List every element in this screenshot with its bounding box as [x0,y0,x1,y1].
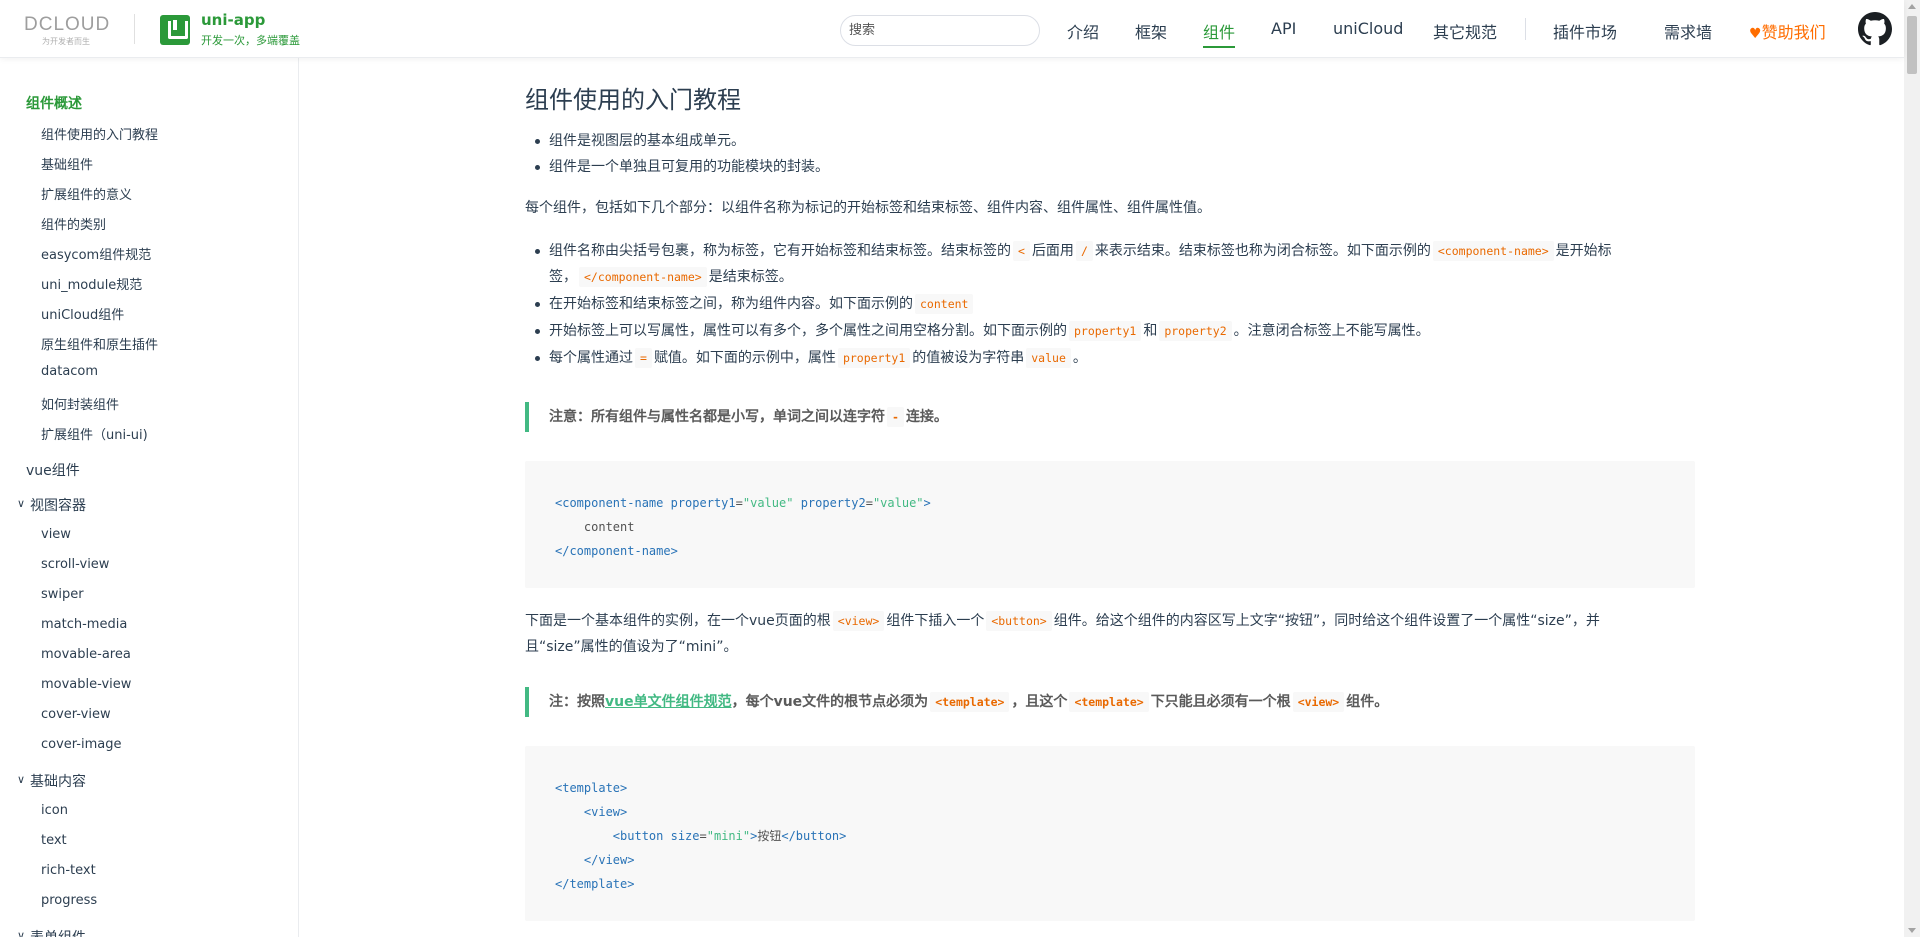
sidebar-group-basic-content[interactable]: 基础内容 [30,771,86,791]
inline-code: content [915,294,974,314]
paragraph: 每个组件，包括如下几个部分：以组件名称为标记的开始标签和结束标签、组件内容、组件… [525,200,1211,216]
dcloud-slogan: 为开发者而生 [42,37,90,46]
logo-divider [134,14,135,44]
list-item: 每个属性通过 = 赋值。如下面的示例中，属性 property1 的值被设为字符串 val… [535,345,1087,372]
list-item: 开始标签上可以写属性，属性可以有多个，多个属性之间用空格分割。如下面示例的 pro… [535,318,1430,345]
list-item: 组件是一个单独且可复用的功能模块的封装。 [535,154,829,181]
scroll-up-arrow-icon[interactable] [1908,4,1916,9]
sidebar-item[interactable]: cover-image [41,737,122,752]
page-scrollbar[interactable] [1904,0,1920,937]
inline-code: <component-name> [1432,241,1554,261]
list-item: 组件名称由尖括号包裹，称为标签，它有开始标签和结束标签。结束标签的 < 后面用 / 来表… [535,238,1612,265]
inline-code: - [887,407,904,427]
inline-code: value [1026,348,1071,368]
sidebar-group-view-container[interactable]: 视图容器 [30,495,86,515]
inline-code: <view> [832,611,885,631]
chevron-down-icon[interactable]: ∨ [17,773,25,786]
heart-icon: ♥ [1749,26,1762,42]
paragraph-continuation: 且“size”属性的值设为了“mini”。 [525,639,738,655]
sidebar-item[interactable]: datacom [41,364,98,379]
inline-code: <view> [1292,692,1345,712]
nav-plugin-market[interactable]: 插件市场 [1553,19,1617,43]
nav-unicloud[interactable]: uniCloud [1333,19,1403,38]
sidebar-item[interactable]: text [41,833,67,848]
inline-code: <button> [986,611,1052,631]
sidebar-item[interactable]: 如何封装组件 [41,394,119,413]
sidebar-group-form[interactable]: 表单组件 [30,927,86,937]
sidebar-item[interactable]: 基础组件 [41,154,93,173]
nav-framework[interactable]: 框架 [1135,19,1167,43]
scroll-down-arrow-icon[interactable] [1908,928,1916,933]
nav-sponsor[interactable]: ♥赞助我们 [1749,19,1826,43]
list-item: 在开始标签和结束标签之间，称为组件内容。如下面示例的 content [534,291,975,318]
inline-code: / [1075,241,1093,261]
sidebar-item[interactable]: rich-text [41,863,96,878]
sidebar-group-overview[interactable]: 组件概述 [26,93,82,113]
code-block[interactable]: <component-name property1="value" proper… [525,461,1695,588]
sidebar-item[interactable]: uni_module规范 [41,274,142,293]
sidebar-item[interactable]: progress [41,893,97,908]
chevron-down-icon[interactable]: ∨ [17,929,25,937]
sidebar-item[interactable]: view [41,527,71,542]
sidebar-item[interactable]: match-media [41,617,127,632]
sidebar-item[interactable]: 原生组件和原生插件 [41,334,158,353]
nav-api[interactable]: API [1271,19,1296,38]
top-navbar: DCLOUD 为开发者而生 uni-app 开发一次，多端覆盖 介绍 框架 组件… [0,0,1904,58]
inline-code: property1 [837,348,911,368]
sidebar-item[interactable]: 组件使用的入门教程 [41,124,158,143]
uni-app-logo-icon[interactable] [160,15,190,45]
sidebar-item[interactable]: movable-view [41,677,131,692]
dcloud-logo-text: DCLOUD [24,14,111,35]
nav-separator [1525,18,1526,40]
inline-code: <template> [930,692,1010,712]
sidebar: 组件概述 组件使用的入门教程 基础组件 扩展组件的意义 组件的类别 easyco… [0,58,299,937]
tip-note: 注意：所有组件与属性名都是小写，单词之间以连字符 - 连接。 [525,402,1695,432]
sidebar-item[interactable]: cover-view [41,707,111,722]
brand-title[interactable]: uni-app [201,11,265,29]
nav-other-specs[interactable]: 其它规范 [1433,19,1497,43]
nav-requirement-wall[interactable]: 需求墙 [1664,19,1712,43]
paragraph: 下面是一个基本组件的实例，在一个vue页面的根 <view> 组件下插入一个 <but… [525,611,1600,631]
github-icon[interactable] [1858,12,1892,46]
search-input[interactable] [840,15,1040,46]
sidebar-item[interactable]: swiper [41,587,84,602]
vue-sfc-spec-link[interactable]: vue单文件组件规范 [605,694,732,710]
sidebar-item[interactable]: 扩展组件（uni-ui) [41,424,148,443]
code-block[interactable]: <template> <view> <button size="mini">按钮… [525,746,1695,921]
list-item-continuation: 签， </component-name> 是结束标签。 [549,267,793,287]
sidebar-item[interactable]: uniCloud组件 [41,304,124,323]
list-item: 组件是视图层的基本组成单元。 [535,128,745,155]
page-title: 组件使用的入门教程 [525,86,741,114]
inline-code: property2 [1159,321,1232,341]
nav-sponsor-label: 赞助我们 [1761,23,1826,42]
inline-code: < [1013,241,1030,261]
sidebar-group-vue[interactable]: vue组件 [26,460,80,480]
inline-code: = [635,348,652,368]
sidebar-item[interactable]: movable-area [41,647,131,662]
inline-code: <template> [1069,692,1149,712]
inline-code: property1 [1069,321,1142,341]
inline-code: </component-name> [579,267,707,287]
sidebar-item[interactable]: easycom组件规范 [41,244,151,263]
scroll-thumb[interactable] [1907,16,1917,74]
nav-components[interactable]: 组件 [1203,19,1236,48]
sidebar-item[interactable]: scroll-view [41,557,109,572]
chevron-down-icon[interactable]: ∨ [17,497,25,510]
dcloud-logo[interactable]: DCLOUD 为开发者而生 [24,14,120,46]
sidebar-item[interactable]: icon [41,803,68,818]
brand-slogan: 开发一次，多端覆盖 [201,34,300,47]
tip-note: 注：按照vue单文件组件规范，每个vue文件的根节点必须为 <template>，… [525,687,1695,717]
sidebar-item[interactable]: 扩展组件的意义 [41,184,132,203]
nav-intro[interactable]: 介绍 [1067,19,1099,43]
sidebar-item[interactable]: 组件的类别 [41,214,106,233]
